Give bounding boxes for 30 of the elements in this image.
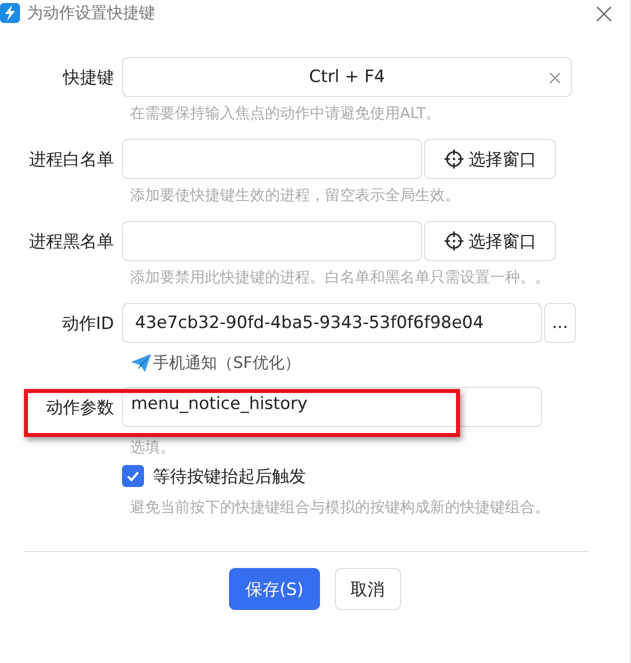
field-label: 动作ID — [60, 312, 115, 334]
window-title: 为动作设置快捷键 — [27, 2, 156, 24]
hint-text: 选填。 — [130, 437, 176, 458]
process-field[interactable] — [122, 139, 422, 179]
more-button[interactable]: ... — [544, 303, 576, 343]
shortcut-field[interactable]: Ctrl + F4 — [122, 57, 572, 97]
crosshair-icon — [444, 231, 464, 251]
checkbox-label: 等待按键抬起后触发 — [153, 466, 306, 488]
clear-icon[interactable] — [549, 72, 561, 84]
checkbox[interactable] — [122, 465, 144, 487]
field-label: 进程黑名单 — [28, 230, 115, 252]
hint-text: 添加要禁用此快捷键的进程。白名单和黑名单只需设置一种。。 — [130, 267, 551, 288]
select-window-button[interactable]: 选择窗口 — [424, 139, 556, 179]
field-label: 动作参数 — [45, 396, 115, 418]
action-param-field[interactable]: menu_notice_history — [122, 387, 542, 427]
hint-text: 添加要使快捷键生效的进程，留空表示全局生效。 — [130, 185, 461, 206]
process-field[interactable] — [122, 221, 422, 261]
save-button[interactable]: 保存(S) — [229, 568, 320, 610]
crosshair-icon — [444, 149, 464, 169]
hint-text: 在需要保持输入焦点的动作中请避免使用ALT。 — [130, 103, 442, 124]
action-name: 手机通知（SF优化） — [153, 352, 300, 374]
field-label: 快捷键 — [62, 66, 115, 88]
paper-plane-icon — [130, 353, 152, 373]
field-label: 进程白名单 — [28, 148, 115, 170]
checkmark-icon — [126, 469, 140, 483]
close-icon[interactable] — [596, 6, 612, 22]
select-window-button[interactable]: 选择窗口 — [424, 221, 556, 261]
cancel-button[interactable]: 取消 — [334, 568, 401, 610]
hint-text: 避免当前按下的快捷键组合与模拟的按键构成新的快捷键组合。 — [130, 497, 551, 518]
action-id-field[interactable]: 43e7cb32-90fd-4ba5-9343-53f0f6f98e04 — [122, 303, 542, 343]
